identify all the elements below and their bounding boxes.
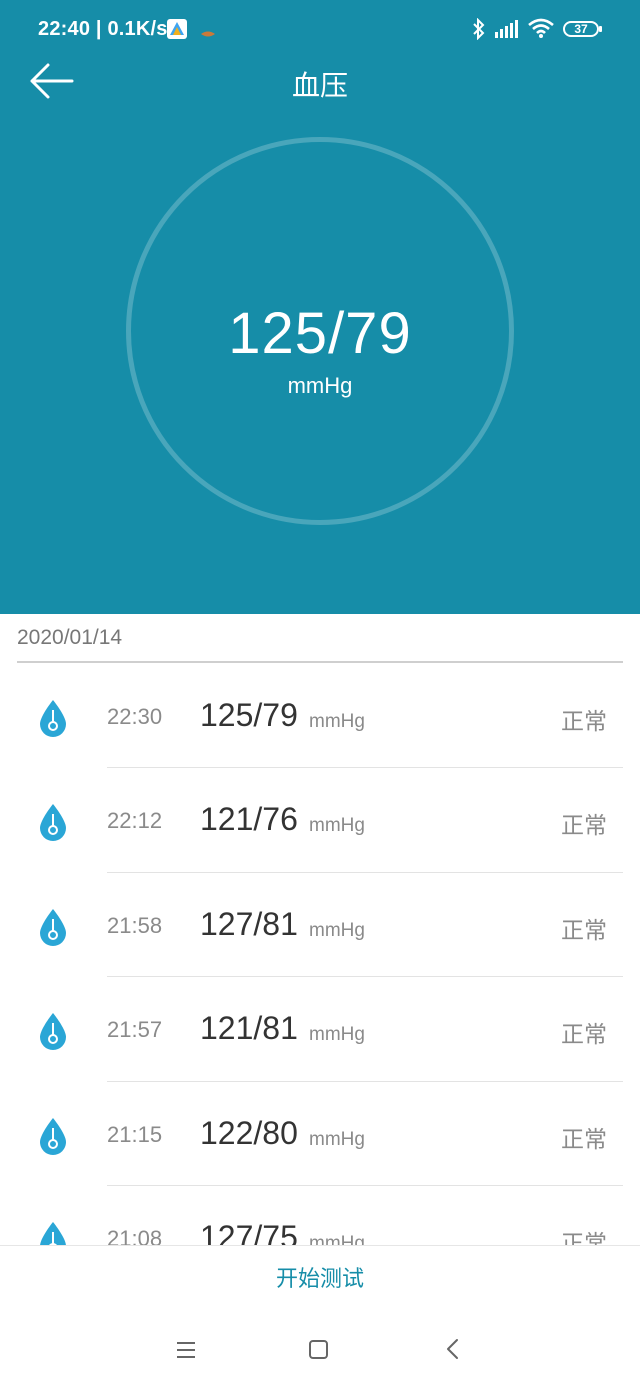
status-time: 22:40 | 0.1K/s [38,18,168,40]
blood-drop-icon [36,802,70,847]
record-status: 正常 [561,708,607,734]
blood-drop-icon [36,698,70,743]
record-unit: mmHg [309,711,365,732]
record-status: 正常 [561,1125,607,1152]
record-status: 正常 [561,916,607,943]
list-item[interactable]: 21:58 127/81 mmHg 正常 [0,873,640,978]
signal-icon [494,20,520,43]
header-panel: 22:40 | 0.1K/s 37 血压 125/79 mmHg [0,0,640,614]
record-unit: mmHg [309,919,365,941]
blood-drop-icon [36,1220,70,1245]
record-value: 121/76 [200,801,298,838]
record-time: 21:08 [107,1225,163,1245]
record-value: 127/75 [200,1218,298,1245]
latest-reading-value: 125/79 [228,301,412,366]
list-item[interactable]: 22:12 121/76 mmHg 正常 [0,768,640,873]
record-status: 正常 [561,1021,607,1048]
record-list[interactable]: 22:30 125/79 mmHg 正常 22:12 121/76 mmHg 正… [0,664,640,1245]
record-unit: mmHg [309,1024,365,1046]
wifi-icon [528,18,554,43]
app-notification-icon [167,19,187,39]
menu-icon [177,1342,195,1358]
record-value: 127/81 [200,905,298,942]
date-divider [17,661,623,663]
record-time: 21:57 [107,1017,163,1043]
system-nav-bar [0,1311,640,1387]
back-nav-button[interactable] [443,1336,463,1367]
record-status: 正常 [561,1229,607,1245]
record-time: 22:30 [107,704,163,729]
square-icon [309,1340,328,1359]
blood-drop-icon [36,1116,70,1161]
blood-drop-icon [36,1011,70,1056]
battery-icon: 37 [563,21,602,37]
bluetooth-icon [472,17,486,45]
record-unit: mmHg [309,1232,365,1245]
latest-reading-unit: mmHg [287,373,353,398]
list-item[interactable]: 21:15 122/80 mmHg 正常 [0,1082,640,1186]
menu-nav-button[interactable] [175,1336,197,1367]
record-unit: mmHg [309,815,365,837]
page-title: 血压 [291,70,348,101]
record-value: 121/81 [200,1010,298,1047]
notification-dot-icon [200,25,216,37]
record-unit: mmHg [309,1128,365,1150]
blood-drop-icon [36,907,70,952]
list-item[interactable]: 22:30 125/79 mmHg 正常 [0,664,640,769]
bottom-action-bar: 开始测试 [0,1245,640,1312]
record-status: 正常 [561,812,607,839]
home-nav-button[interactable] [307,1336,331,1367]
list-item[interactable]: 21:57 121/81 mmHg 正常 [0,977,640,1082]
history-date: 2020/01/14 [17,626,123,649]
start-test-button[interactable]: 开始测试 [0,1246,640,1311]
status-bar: 22:40 | 0.1K/s 37 [0,0,640,60]
chevron-left-icon [447,1339,458,1359]
record-value: 125/79 [200,697,298,733]
list-item[interactable]: 21:08 127/75 mmHg 正常 [0,1186,640,1245]
record-time: 21:15 [107,1121,163,1147]
record-value: 122/80 [200,1114,298,1151]
record-time: 21:58 [107,912,163,938]
record-time: 22:12 [107,808,163,834]
